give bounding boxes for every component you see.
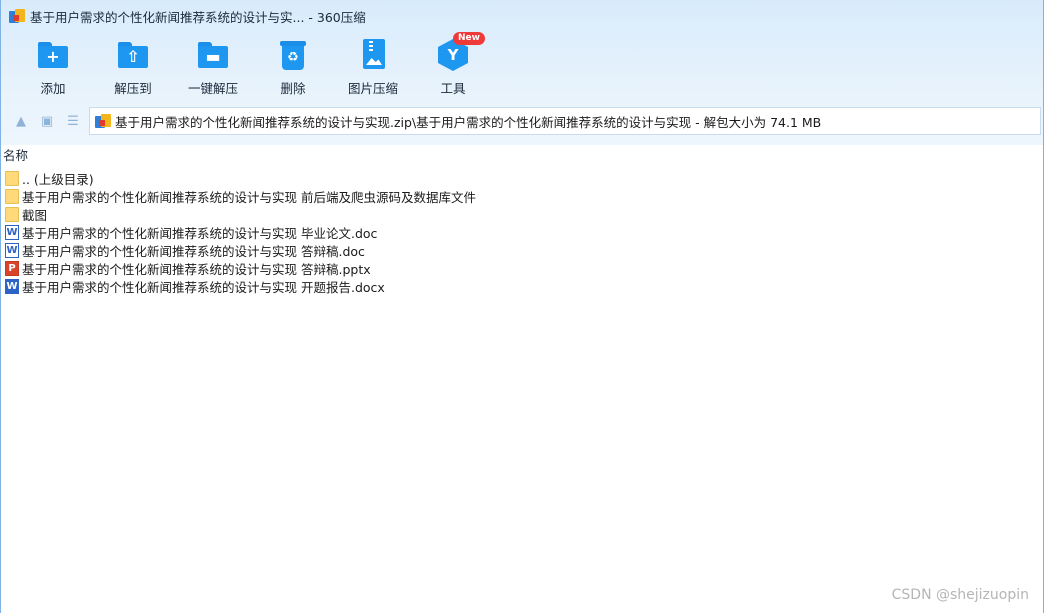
- add-folder-icon: +: [36, 38, 70, 72]
- word-doc-icon: W: [5, 224, 19, 240]
- list-item[interactable]: W 基于用户需求的个性化新闻推荐系统的设计与实现 开题报告.docx: [1, 277, 1043, 295]
- address-path: 基于用户需求的个性化新闻推荐系统的设计与实现.zip\基于用户需求的个性化新闻推…: [115, 114, 822, 130]
- folder-icon: [5, 206, 19, 222]
- navigation-bar: ▲ ▣ ☰ 基于用户需求的个性化新闻推荐系统的设计与实现.zip\基于用户需求的…: [1, 106, 1043, 136]
- word-doc-icon: W: [5, 242, 19, 258]
- file-name: 基于用户需求的个性化新闻推荐系统的设计与实现 答辩稿.doc: [22, 243, 365, 259]
- app-window: 基于用户需求的个性化新闻推荐系统的设计与实... - 360压缩 + 添加 ⇧ …: [0, 0, 1044, 613]
- archive-icon: [95, 114, 111, 128]
- list-item[interactable]: 基于用户需求的个性化新闻推荐系统的设计与实现 前后端及爬虫源码及数据库文件: [1, 187, 1043, 205]
- one-click-extract-icon: ▬: [196, 38, 230, 72]
- app-logo-icon: [9, 9, 25, 23]
- column-header-name[interactable]: 名称: [1, 146, 1043, 166]
- file-name: 截图: [22, 207, 48, 223]
- image-compress-label: 图片压缩: [347, 81, 398, 96]
- one-click-extract-button[interactable]: ▬ 一键解压: [173, 34, 253, 98]
- folder-icon: [5, 188, 19, 204]
- image-compress-icon: [356, 38, 390, 72]
- list-item-parent-dir[interactable]: .. (上级目录): [1, 169, 1043, 187]
- folder-icon: [5, 170, 19, 186]
- delete-label: 删除: [280, 81, 306, 96]
- powerpoint-icon: P: [5, 260, 19, 276]
- word-docx-icon: W: [5, 278, 19, 294]
- window-title: 基于用户需求的个性化新闻推荐系统的设计与实... - 360压缩: [30, 9, 366, 25]
- delete-button[interactable]: ♻ 删除: [253, 34, 333, 98]
- thumbnail-view-icon[interactable]: ▣: [36, 110, 58, 132]
- title-bar[interactable]: 基于用户需求的个性化新闻推荐系统的设计与实... - 360压缩: [1, 0, 1043, 32]
- watermark: CSDN @shejizuopin: [891, 587, 1029, 603]
- file-name: 基于用户需求的个性化新闻推荐系统的设计与实现 毕业论文.doc: [22, 225, 378, 241]
- file-name: .. (上级目录): [22, 171, 94, 187]
- list-item[interactable]: 截图: [1, 205, 1043, 223]
- file-name: 基于用户需求的个性化新闻推荐系统的设计与实现 答辩稿.pptx: [22, 261, 371, 277]
- image-compress-button[interactable]: 图片压缩: [333, 34, 413, 98]
- up-level-arrow-icon[interactable]: ▲: [10, 110, 32, 132]
- toolbar: + 添加 ⇧ 解压到 ▬ 一键解压 ♻ 删除 图片压缩 Y 工具 New: [1, 32, 1043, 98]
- new-badge: New: [453, 32, 485, 45]
- one-click-extract-label: 一键解压: [187, 81, 238, 96]
- extract-to-button[interactable]: ⇧ 解压到: [93, 34, 173, 98]
- list-item[interactable]: W 基于用户需求的个性化新闻推荐系统的设计与实现 毕业论文.doc: [1, 223, 1043, 241]
- file-name: 基于用户需求的个性化新闻推荐系统的设计与实现 开题报告.docx: [22, 279, 385, 295]
- list-view-icon[interactable]: ☰: [62, 110, 84, 132]
- file-list: .. (上级目录) 基于用户需求的个性化新闻推荐系统的设计与实现 前后端及爬虫源…: [1, 169, 1043, 295]
- list-item[interactable]: P 基于用户需求的个性化新闻推荐系统的设计与实现 答辩稿.pptx: [1, 259, 1043, 277]
- add-button[interactable]: + 添加: [13, 34, 93, 98]
- list-item[interactable]: W 基于用户需求的个性化新闻推荐系统的设计与实现 答辩稿.doc: [1, 241, 1043, 259]
- add-label: 添加: [40, 81, 66, 96]
- delete-trash-icon: ♻: [276, 38, 310, 72]
- address-bar[interactable]: 基于用户需求的个性化新闻推荐系统的设计与实现.zip\基于用户需求的个性化新闻推…: [89, 107, 1041, 135]
- extract-to-label: 解压到: [114, 81, 152, 96]
- file-name: 基于用户需求的个性化新闻推荐系统的设计与实现 前后端及爬虫源码及数据库文件: [22, 189, 476, 205]
- extract-to-icon: ⇧: [116, 38, 150, 72]
- tools-label: 工具: [440, 81, 466, 96]
